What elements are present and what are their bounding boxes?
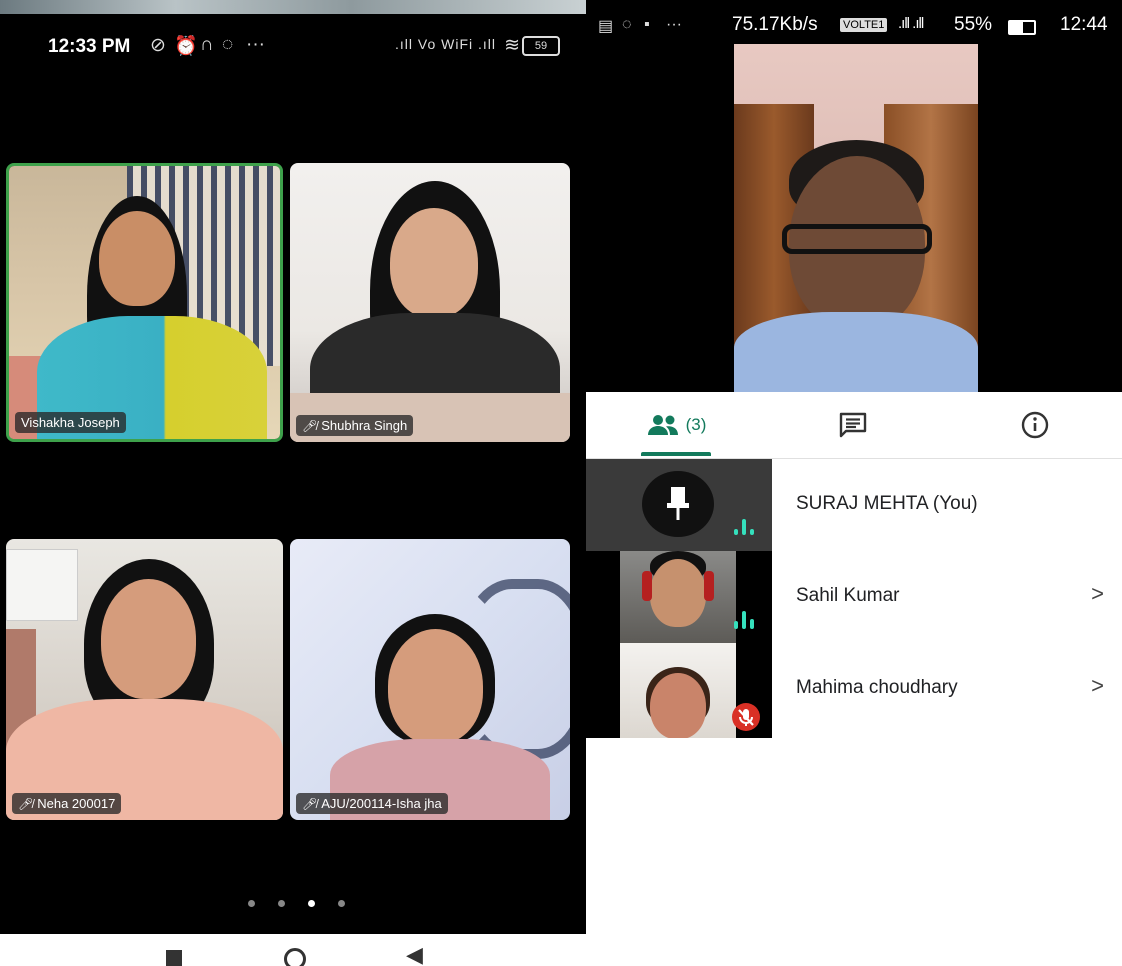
participant-video bbox=[620, 551, 736, 643]
whatsapp-icon: ◌ bbox=[222, 34, 234, 55]
monitor-edge-strip bbox=[0, 0, 586, 14]
status-time: 12:44 bbox=[1060, 14, 1108, 35]
participant-name-label: Vishakha Joseph bbox=[15, 412, 126, 433]
android-nav-bar: ◀ bbox=[0, 934, 586, 966]
mic-off-icon: 🎤︎̸ bbox=[18, 797, 34, 811]
participant-thumbnail bbox=[586, 551, 772, 643]
wifi-icon: ≋ bbox=[504, 35, 520, 56]
participant-row[interactable]: SURAJ MEHTA (You) bbox=[586, 459, 1122, 551]
page-indicator[interactable] bbox=[248, 900, 348, 912]
participant-name-label: 🎤︎̸ AJU/200114-Isha jha bbox=[296, 793, 448, 814]
chat-icon bbox=[839, 412, 867, 438]
participant-video bbox=[620, 643, 736, 738]
people-icon bbox=[647, 415, 678, 435]
chevron-right-icon[interactable]: > bbox=[1091, 673, 1104, 699]
tab-chat[interactable] bbox=[808, 392, 898, 458]
page-dot[interactable] bbox=[308, 900, 315, 907]
mic-off-icon bbox=[732, 703, 760, 731]
tab-people[interactable]: (3) bbox=[626, 392, 726, 458]
participant-row[interactable]: Sahil Kumar > bbox=[586, 551, 1122, 643]
participant-thumbnail bbox=[586, 643, 772, 738]
participant-name: Sahil Kumar bbox=[796, 585, 900, 606]
message-icon: ▤ bbox=[598, 18, 614, 35]
video-feed bbox=[290, 539, 570, 820]
mic-off-icon: 🎤︎̸ bbox=[302, 797, 318, 811]
network-signal-icon: .ıll Vo WiFi .ıll bbox=[394, 36, 496, 52]
battery-icon: 59 bbox=[522, 36, 560, 56]
headset-icon: ∩ bbox=[200, 34, 214, 55]
alarm-icon: ⏰ bbox=[174, 36, 198, 57]
glasses bbox=[782, 224, 932, 254]
speaking-indicator-icon bbox=[734, 517, 756, 539]
people-count: (3) bbox=[685, 415, 707, 434]
back-icon[interactable]: ◀ bbox=[406, 942, 423, 966]
left-phone-screenshot: 12:33 PM ⊘ ⏰ ∩ ◌ ··· .ıll Vo WiFi .ıll ≋… bbox=[0, 0, 586, 966]
participant-row[interactable]: Mahima choudhary > bbox=[586, 643, 1122, 738]
image-icon: ▪ bbox=[644, 16, 650, 33]
page-dot[interactable] bbox=[248, 900, 255, 907]
info-icon bbox=[1021, 411, 1049, 439]
more-icon: ··· bbox=[246, 34, 265, 55]
meeting-details-tabs: (3) bbox=[586, 392, 1122, 459]
status-bar: 12:33 PM ⊘ ⏰ ∩ ◌ ··· .ıll Vo WiFi .ıll ≋… bbox=[0, 14, 586, 70]
pinned-video-feed[interactable] bbox=[734, 44, 978, 392]
page-dot[interactable] bbox=[278, 900, 285, 907]
volte-badge: VOLTE1 bbox=[840, 18, 888, 32]
network-speed: 75.17Kb/s bbox=[732, 14, 818, 35]
video-feed bbox=[290, 163, 570, 442]
video-tile[interactable]: Vishakha Joseph bbox=[6, 163, 283, 442]
selected-tab-indicator bbox=[641, 452, 711, 456]
chevron-right-icon[interactable]: > bbox=[1091, 581, 1104, 607]
participant-name-label: 🎤︎̸ Neha 200017 bbox=[12, 793, 122, 814]
speaking-indicator-icon bbox=[734, 611, 756, 633]
recents-icon[interactable] bbox=[166, 950, 182, 966]
main-video-area: ▤ ◌ ▪ ··· 75.17Kb/s VOLTE1 .ıll .ıll 55%… bbox=[586, 0, 1122, 392]
page-dot[interactable] bbox=[338, 900, 345, 907]
video-tile[interactable]: 🎤︎̸ Shubhra Singh bbox=[290, 163, 570, 442]
video-feed bbox=[9, 166, 280, 439]
battery-icon bbox=[1008, 20, 1036, 35]
status-time: 12:33 PM bbox=[48, 36, 131, 57]
video-tile[interactable]: 🎤︎̸ AJU/200114-Isha jha bbox=[290, 539, 570, 820]
participant-thumbnail bbox=[586, 459, 772, 551]
video-feed bbox=[6, 539, 283, 820]
signal-icon: .ıll .ıll bbox=[898, 15, 924, 32]
status-bar: ▤ ◌ ▪ ··· 75.17Kb/s VOLTE1 .ıll .ıll 55%… bbox=[586, 10, 1122, 44]
participant-name: Mahima choudhary bbox=[796, 677, 958, 698]
whatsapp-icon: ◌ bbox=[622, 16, 632, 33]
mic-off-icon: 🎤︎̸ bbox=[302, 419, 318, 433]
participant-name-label: 🎤︎̸ Shubhra Singh bbox=[296, 415, 414, 436]
right-phone-screenshot: ▤ ◌ ▪ ··· 75.17Kb/s VOLTE1 .ıll .ıll 55%… bbox=[586, 0, 1122, 966]
blocked-notification-icon: ⊘ bbox=[150, 35, 166, 56]
home-icon[interactable] bbox=[284, 948, 306, 966]
participant-name: SURAJ MEHTA (You) bbox=[796, 493, 978, 514]
more-icon: ··· bbox=[666, 16, 682, 33]
video-tile[interactable]: 🎤︎̸ Neha 200017 bbox=[6, 539, 283, 820]
pin-icon bbox=[667, 487, 689, 520]
battery-percent: 55% bbox=[954, 14, 993, 35]
tab-info[interactable] bbox=[990, 392, 1080, 458]
